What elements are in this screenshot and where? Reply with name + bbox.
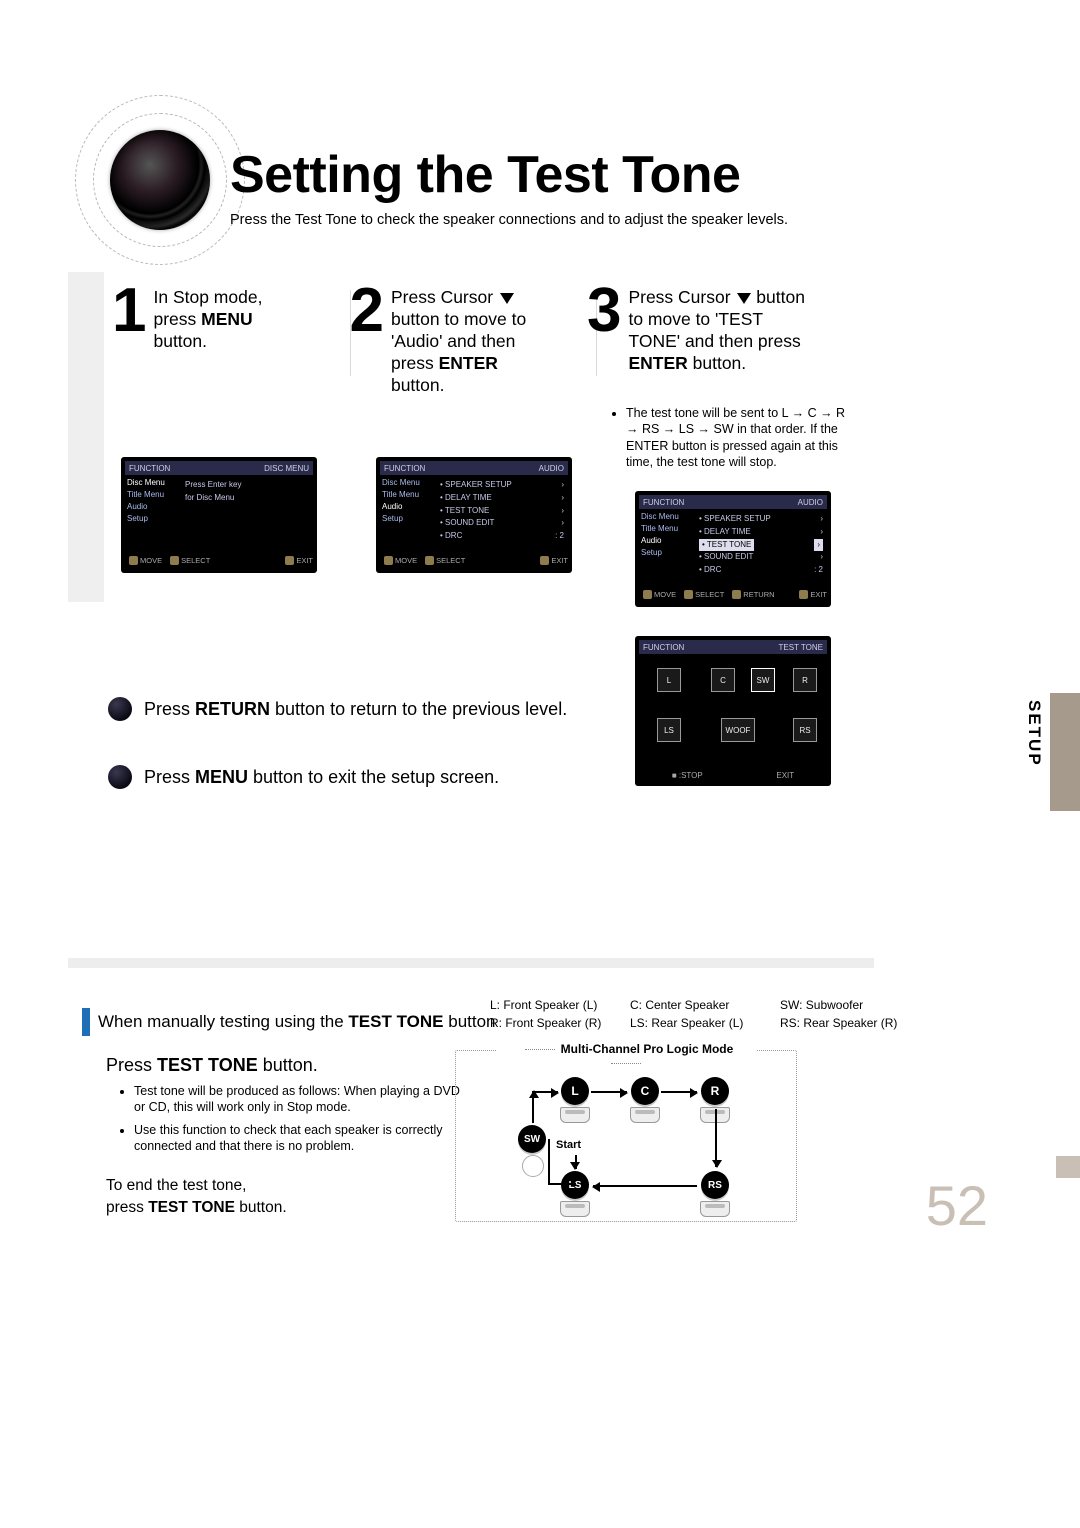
step-2-line4c: button. xyxy=(391,375,445,395)
page-subtitle: Press the Test Tone to check the speaker… xyxy=(230,212,788,228)
speaker-icon xyxy=(560,1107,590,1123)
step-2-line3: 'Audio' and then xyxy=(391,331,515,351)
legend-r: R: Front Speaker (R) xyxy=(490,1016,630,1030)
step-1-number: 1 xyxy=(112,283,143,339)
node-rs: RS xyxy=(701,1171,729,1199)
diagram-title: Multi-Channel Pro Logic Mode xyxy=(496,1042,756,1070)
heading-accent-icon xyxy=(82,1008,90,1036)
step-1: 1 In Stop mode, press MENU button. xyxy=(112,283,313,396)
legend-ls: LS: Rear Speaker (L) xyxy=(630,1016,780,1030)
page-title: Setting the Test Tone xyxy=(230,145,740,205)
start-label: Start xyxy=(556,1139,581,1151)
step-1-line2a: press xyxy=(153,309,201,329)
osd-screenshot-3: FUNCTIONAUDIO Disc Menu Title Menu Audio… xyxy=(635,491,831,607)
end-test-tone: To end the test tone, press TEST TONE bu… xyxy=(106,1175,287,1218)
arrow-icon xyxy=(534,1091,558,1093)
tt-bullet-1: Test tone will be produced as follows: W… xyxy=(134,1083,470,1116)
legend-l: L: Front Speaker (L) xyxy=(490,998,630,1012)
step-1-line3: button. xyxy=(153,331,207,351)
step-3: 3 Press Cursor button to move to 'TEST T… xyxy=(587,283,808,396)
node-r: R xyxy=(701,1077,729,1105)
manual-test-heading: When manually testing using the TEST TON… xyxy=(82,1008,496,1036)
bullet-icon xyxy=(108,765,132,789)
node-l: L xyxy=(561,1077,589,1105)
subwoofer-icon xyxy=(522,1155,544,1177)
menu-instruction: Press MENU button to exit the setup scre… xyxy=(108,765,499,789)
speaker-icon xyxy=(560,1201,590,1217)
step-3-line4b: button. xyxy=(688,353,746,373)
arrow-icon xyxy=(591,1091,627,1093)
bullet-icon xyxy=(108,697,132,721)
speaker-legend: L: Front Speaker (L) C: Center Speaker S… xyxy=(490,998,935,1030)
step-3-enter: ENTER xyxy=(628,353,687,373)
speaker-icon xyxy=(630,1107,660,1123)
step-3-note-text: The test tone will be sent to L → C → R … xyxy=(626,405,857,470)
step-2-enter: ENTER xyxy=(439,353,498,373)
cursor-down-icon xyxy=(500,293,514,304)
step-2-line4a: press xyxy=(391,353,439,373)
osd-screenshot-4: FUNCTIONTEST TONE L C SW R LS WOOF RS ■ … xyxy=(635,636,831,786)
section-tab-label: SETUP xyxy=(1024,700,1044,767)
section-tab-bg xyxy=(1050,693,1080,811)
edge-tab-icon xyxy=(1056,1156,1080,1178)
test-tone-notes: Test tone will be produced as follows: W… xyxy=(120,1083,470,1160)
step-2-line2: button to move to xyxy=(391,309,526,329)
page-number: 52 xyxy=(926,1173,988,1238)
decorative-speaker-graphic xyxy=(75,95,245,265)
step-2-line1a: Press Cursor xyxy=(391,287,498,307)
arrow-icon xyxy=(532,1091,534,1123)
step-3-line1b: button xyxy=(751,287,805,307)
node-c: C xyxy=(631,1077,659,1105)
arrow-icon xyxy=(715,1109,717,1167)
step-1-line1: In Stop mode, xyxy=(153,287,262,307)
legend-c: C: Center Speaker xyxy=(630,998,780,1012)
step-3-number: 3 xyxy=(587,283,618,339)
press-test-tone: Press TEST TONE button. xyxy=(106,1055,318,1076)
osd-screenshot-2: FUNCTIONAUDIO Disc Menu Title Menu Audio… xyxy=(376,457,572,573)
speaker-icon xyxy=(700,1201,730,1217)
legend-sw: SW: Subwoofer xyxy=(780,998,935,1012)
step-3-line1a: Press Cursor xyxy=(628,287,735,307)
step-3-line2: to move to 'TEST xyxy=(628,309,763,329)
step-1-menu: MENU xyxy=(201,309,253,329)
return-instruction: Press RETURN button to return to the pre… xyxy=(108,697,567,721)
arrow-icon xyxy=(661,1091,697,1093)
step-2: 2 Press Cursor button to move to 'Audio'… xyxy=(349,283,550,396)
steps-row: 1 In Stop mode, press MENU button. 2 Pre… xyxy=(112,283,808,396)
step-3-note: The test tone will be sent to L → C → R … xyxy=(612,405,857,470)
cursor-down-icon xyxy=(737,293,751,304)
step-3-line3: TONE' and then press xyxy=(628,331,800,351)
legend-rs: RS: Rear Speaker (R) xyxy=(780,1016,935,1030)
divider-bar xyxy=(68,958,874,968)
step-2-number: 2 xyxy=(349,283,380,339)
tt-bullet-2: Use this function to check that each spe… xyxy=(134,1122,470,1155)
arrow-icon xyxy=(593,1185,697,1187)
osd-screenshot-1: FUNCTIONDISC MENU Disc Menu Title Menu A… xyxy=(121,457,317,573)
pro-logic-diagram: Multi-Channel Pro Logic Mode L C R SW LS… xyxy=(455,1050,797,1222)
node-sw: SW xyxy=(518,1125,546,1153)
